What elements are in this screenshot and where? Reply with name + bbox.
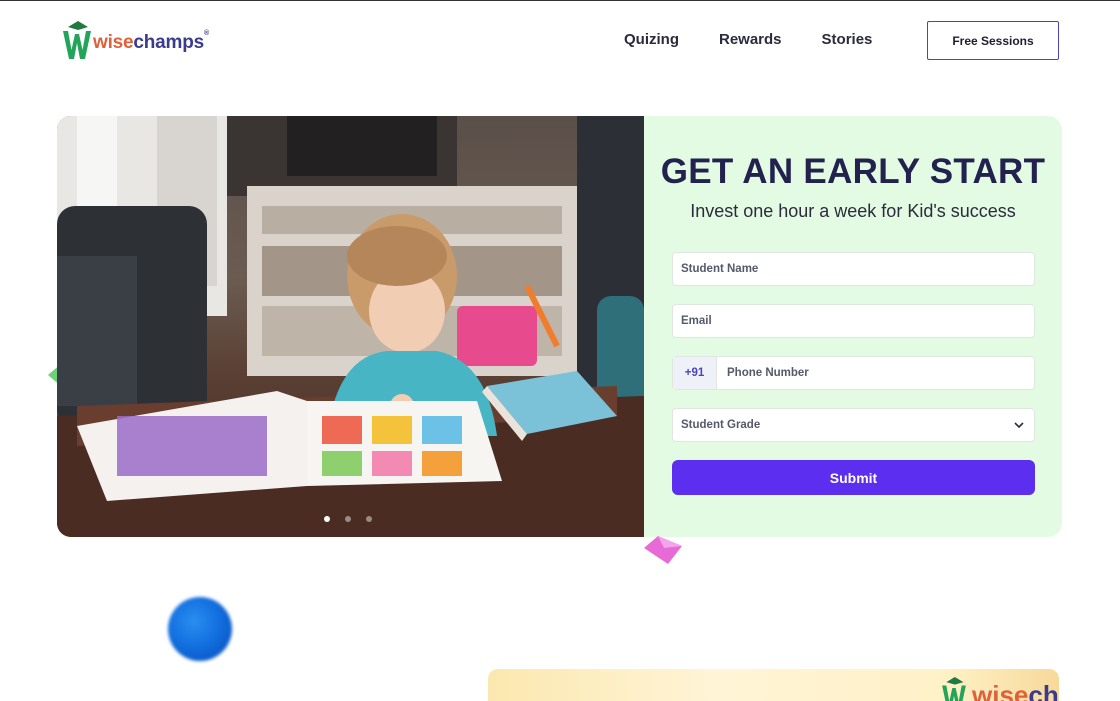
site-header: wisechamps® Quizing Rewards Stories Free… bbox=[0, 1, 1120, 81]
bottom-card-logo: wisechar bbox=[938, 677, 1059, 701]
signup-form-panel: GET AN EARLY START Invest one hour a wee… bbox=[644, 116, 1062, 537]
student-grade-select[interactable]: Student Grade bbox=[672, 408, 1035, 442]
country-code[interactable]: +91 bbox=[673, 357, 717, 389]
decorative-pink-gem bbox=[644, 536, 682, 564]
nav-link-stories[interactable]: Stories bbox=[822, 31, 873, 48]
phone-number-input[interactable]: Phone Number bbox=[717, 367, 809, 379]
submit-button[interactable]: Submit bbox=[672, 460, 1035, 495]
hero-photo-illustration bbox=[57, 116, 644, 537]
hero-subtitle: Invest one hour a week for Kid's success bbox=[690, 201, 1016, 221]
carousel-dots bbox=[324, 516, 372, 522]
page: wisechamps® Quizing Rewards Stories Free… bbox=[0, 0, 1120, 701]
decorative-blue-ball bbox=[168, 597, 232, 661]
wisechamps-logo[interactable]: wisechamps® bbox=[62, 21, 209, 61]
logo-w-icon bbox=[63, 21, 91, 59]
free-sessions-button[interactable]: Free Sessions bbox=[927, 21, 1059, 60]
bottom-logo-wordmark: wisechar bbox=[972, 680, 1059, 701]
carousel-dot-1[interactable] bbox=[324, 516, 330, 522]
student-grade-value: Student Grade bbox=[681, 419, 761, 431]
logo-w-icon bbox=[942, 677, 966, 701]
bottom-promo-card: wisechar bbox=[488, 669, 1059, 701]
carousel-dot-3[interactable] bbox=[366, 516, 372, 522]
nav-link-quizing[interactable]: Quizing bbox=[624, 31, 679, 48]
chevron-down-icon bbox=[1014, 421, 1024, 428]
logo-wordmark: wisechamps® bbox=[93, 30, 209, 53]
main-nav: Quizing Rewards Stories bbox=[624, 31, 872, 48]
student-name-input[interactable]: Student Name bbox=[672, 252, 1035, 286]
email-placeholder: Email bbox=[681, 315, 712, 327]
hero-card: GET AN EARLY START Invest one hour a wee… bbox=[57, 116, 1062, 537]
student-name-placeholder: Student Name bbox=[681, 263, 759, 275]
hero-photo-child-reading bbox=[57, 116, 644, 537]
email-input[interactable]: Email bbox=[672, 304, 1035, 338]
phone-input-group: +91 Phone Number bbox=[672, 356, 1035, 390]
nav-link-rewards[interactable]: Rewards bbox=[719, 31, 782, 48]
carousel-dot-2[interactable] bbox=[345, 516, 351, 522]
hero-title: GET AN EARLY START bbox=[660, 152, 1046, 191]
